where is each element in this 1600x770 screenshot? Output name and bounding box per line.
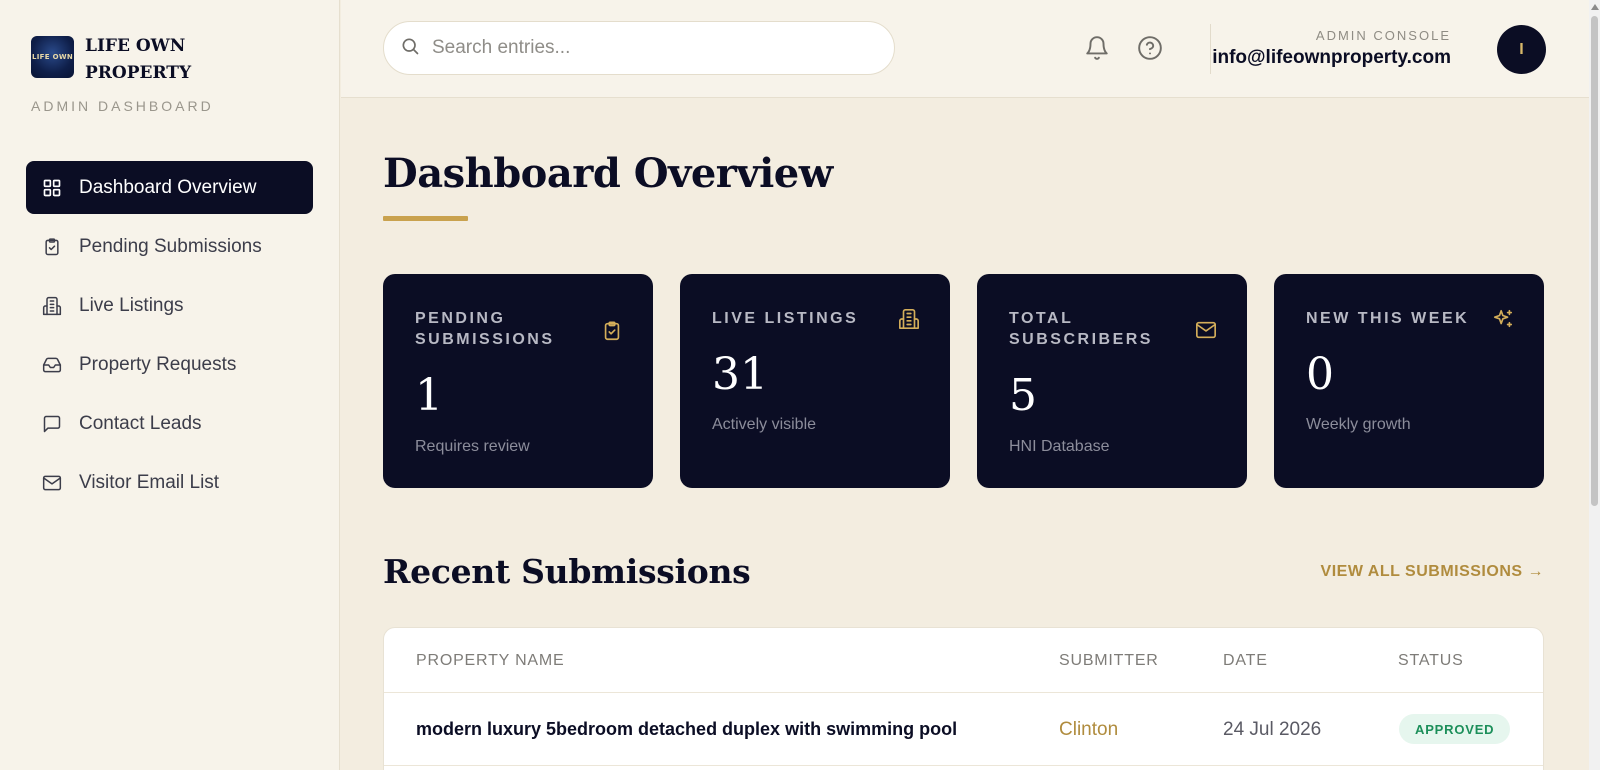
recent-submissions-table: PROPERTY NAME SUBMITTER DATE STATUS mode… xyxy=(383,627,1544,770)
search-input[interactable] xyxy=(432,37,872,59)
admin-email: info@lifeownproperty.com xyxy=(1212,47,1451,68)
row-divider xyxy=(384,765,1543,766)
recent-submissions-title: Recent Submissions xyxy=(383,552,751,591)
sidebar-item-dashboard-overview[interactable]: Dashboard Overview xyxy=(26,161,313,214)
sidebar-item-live-listings[interactable]: Live Listings xyxy=(26,279,313,332)
stat-value: 1 xyxy=(415,370,443,421)
stat-card-pending-submissions[interactable]: PENDING SUBMISSIONS 1 Requires review xyxy=(383,274,653,488)
column-header-date[interactable]: DATE xyxy=(1223,652,1268,670)
logo-text: LIFE OWN xyxy=(32,53,73,61)
stat-card-live-listings[interactable]: LIVE LISTINGS 31 Actively visible xyxy=(680,274,950,488)
clipboard-check-icon xyxy=(42,237,62,257)
stat-value: 0 xyxy=(1306,349,1334,400)
search-icon xyxy=(400,36,420,61)
brand-name: LIFE OWN PROPERTY xyxy=(85,36,192,83)
sidebar: LIFE OWN LIFE OWN PROPERTY ADMIN DASHBOA… xyxy=(0,0,340,770)
building-icon xyxy=(898,308,920,330)
brand-logo: LIFE OWN xyxy=(31,36,74,78)
sidebar-item-label: Contact Leads xyxy=(79,412,202,434)
clipboard-check-icon xyxy=(601,320,623,342)
inbox-icon xyxy=(42,355,62,375)
bell-icon[interactable] xyxy=(1084,35,1110,61)
sparkles-icon xyxy=(1492,308,1514,330)
search-box[interactable] xyxy=(383,21,895,75)
property-name-cell[interactable]: modern luxury 5bedroom detached duplex w… xyxy=(416,719,957,740)
submitter-cell[interactable]: Clinton xyxy=(1059,719,1118,741)
brand-subtitle: ADMIN DASHBOARD xyxy=(31,98,214,114)
stat-sub: Requires review xyxy=(415,438,530,455)
stat-sub: Actively visible xyxy=(712,416,817,433)
stat-label: TOTAL SUBSCRIBERS xyxy=(1009,310,1153,348)
building-icon xyxy=(42,296,62,316)
scroll-thumb[interactable] xyxy=(1591,16,1598,506)
sidebar-item-contact-leads[interactable]: Contact Leads xyxy=(26,397,313,450)
stat-value: 31 xyxy=(712,349,768,400)
scrollbar[interactable] xyxy=(1589,0,1600,770)
grid-icon xyxy=(42,178,62,198)
sidebar-nav: Dashboard Overview Pending Submissions L… xyxy=(26,161,313,515)
sidebar-item-pending-submissions[interactable]: Pending Submissions xyxy=(26,220,313,273)
sidebar-item-visitor-email-list[interactable]: Visitor Email List xyxy=(26,456,313,509)
column-header-submitter[interactable]: SUBMITTER xyxy=(1059,652,1159,670)
column-header-status[interactable]: STATUS xyxy=(1398,652,1464,670)
sidebar-item-label: Visitor Email List xyxy=(79,471,220,493)
view-all-submissions-link[interactable]: VIEW ALL SUBMISSIONS → xyxy=(1321,563,1544,581)
stat-value: 5 xyxy=(1009,370,1037,421)
avatar[interactable]: I xyxy=(1497,25,1546,74)
page-title: Dashboard Overview xyxy=(383,150,833,197)
sidebar-item-label: Pending Submissions xyxy=(79,235,262,257)
stat-sub: Weekly growth xyxy=(1306,416,1411,433)
stat-sub: HNI Database xyxy=(1009,438,1110,455)
stat-card-new-this-week[interactable]: NEW THIS WEEK 0 Weekly growth xyxy=(1274,274,1544,488)
title-underline xyxy=(383,216,468,221)
date-cell: 24 Jul 2026 xyxy=(1223,719,1322,740)
brand[interactable]: LIFE OWN LIFE OWN PROPERTY xyxy=(31,36,215,87)
mail-icon xyxy=(1195,319,1217,341)
sidebar-item-label: Property Requests xyxy=(79,353,237,375)
message-square-icon xyxy=(42,414,62,434)
column-header-property-name[interactable]: PROPERTY NAME xyxy=(416,652,565,670)
stat-label: NEW THIS WEEK xyxy=(1306,310,1470,327)
stat-label: LIVE LISTINGS xyxy=(712,310,859,327)
sidebar-item-property-requests[interactable]: Property Requests xyxy=(26,338,313,391)
top-header: ADMIN CONSOLE info@lifeownproperty.com I xyxy=(341,0,1589,98)
help-circle-icon[interactable] xyxy=(1137,35,1163,61)
stat-label: PENDING SUBMISSIONS xyxy=(415,310,555,348)
sidebar-item-label: Live Listings xyxy=(79,294,184,316)
sidebar-item-label: Dashboard Overview xyxy=(79,176,257,198)
stat-card-total-subscribers[interactable]: TOTAL SUBSCRIBERS 5 HNI Database xyxy=(977,274,1247,488)
admin-console-label: ADMIN CONSOLE xyxy=(1315,28,1451,43)
status-badge: APPROVED xyxy=(1399,714,1511,744)
header-divider xyxy=(1210,24,1211,74)
scroll-up-arrow-icon[interactable] xyxy=(1591,4,1599,10)
table-header-divider xyxy=(384,692,1543,693)
mail-icon xyxy=(42,473,62,493)
